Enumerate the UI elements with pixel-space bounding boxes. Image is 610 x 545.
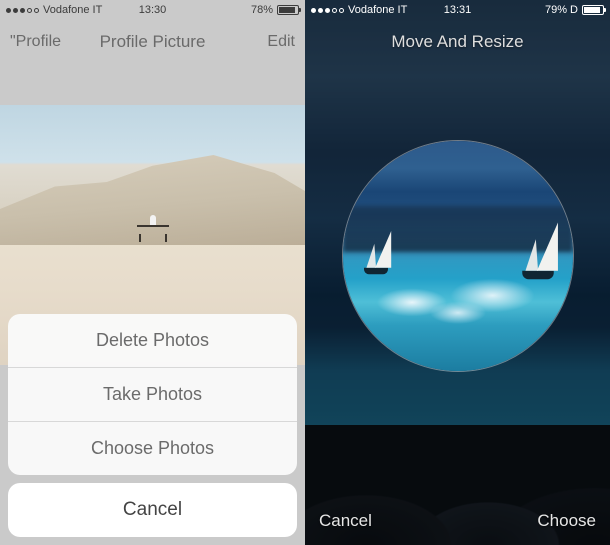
- signal-icon: [311, 8, 344, 13]
- page-title: Profile Picture: [100, 32, 206, 52]
- action-take-photos[interactable]: Take Photos: [8, 367, 297, 421]
- crop-title: Move And Resize: [391, 32, 523, 52]
- crop-circle-preview[interactable]: [343, 141, 573, 371]
- status-time: 13:31: [444, 4, 472, 16]
- status-bar-left: Vodafone IT 13:30 78%: [0, 0, 305, 20]
- action-sheet: Delete Photos Take Photos Choose Photos …: [8, 314, 297, 537]
- carrier-label: Vodafone IT: [348, 4, 407, 16]
- signal-icon: [6, 8, 39, 13]
- left-screen: Vodafone IT 13:30 78% "Profile Profile P…: [0, 0, 305, 545]
- crop-bottom-bar: Cancel Choose: [305, 497, 610, 545]
- battery-percent: 78%: [251, 4, 273, 16]
- crop-choose-button[interactable]: Choose: [537, 511, 596, 531]
- nav-bar: "Profile Profile Picture Edit: [0, 20, 305, 64]
- status-time: 13:30: [139, 4, 167, 16]
- crop-cancel-button[interactable]: Cancel: [319, 511, 372, 531]
- back-button[interactable]: "Profile: [10, 33, 61, 51]
- action-cancel[interactable]: Cancel: [8, 483, 297, 537]
- battery-percent: 79% D: [545, 4, 578, 16]
- edit-button[interactable]: Edit: [267, 33, 295, 51]
- carrier-label: Vodafone IT: [43, 4, 102, 16]
- action-delete-photos[interactable]: Delete Photos: [8, 314, 297, 367]
- battery-icon: [582, 5, 604, 15]
- action-choose-photos[interactable]: Choose Photos: [8, 421, 297, 475]
- battery-icon: [277, 5, 299, 15]
- status-bar-right: Vodafone IT 13:31 79% D: [305, 0, 610, 20]
- right-screen: Vodafone IT 13:31 79% D Move And Resize …: [305, 0, 610, 545]
